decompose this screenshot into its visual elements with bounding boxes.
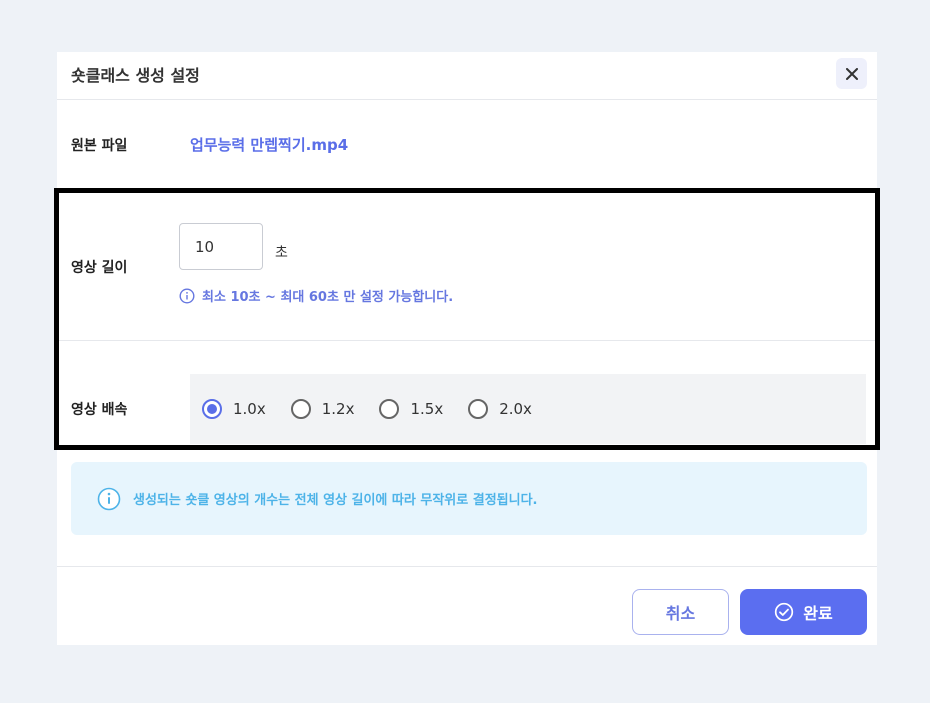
info-icon	[97, 487, 121, 510]
source-file-label: 원본 파일	[71, 138, 128, 154]
close-icon	[845, 67, 858, 80]
dialog-title: 숏클래스 생성 설정	[71, 66, 200, 85]
done-button-label: 완료	[803, 604, 833, 623]
check-circle-icon	[775, 602, 794, 622]
short-class-settings-dialog: 숏클래스 생성 설정 원본 파일 업무능력 만렙찍기.mp4 영상 길이 초 최…	[54, 52, 880, 645]
footer-divider	[57, 566, 877, 567]
notice-text: 생성되는 숏클 영상의 개수는 전체 영상 길이에 따라 무작위로 결정됩니다.	[133, 493, 538, 508]
highlight-frame	[54, 188, 880, 450]
cancel-button[interactable]: 취소	[632, 589, 729, 635]
source-file-name: 업무능력 만렙찍기.mp4	[190, 136, 349, 154]
notice-box: 생성되는 숏클 영상의 개수는 전체 영상 길이에 따라 무작위로 결정됩니다.	[71, 462, 867, 535]
close-button[interactable]	[836, 58, 867, 89]
done-button[interactable]: 완료	[740, 589, 867, 635]
dialog-header: 숏클래스 생성 설정	[57, 52, 877, 100]
